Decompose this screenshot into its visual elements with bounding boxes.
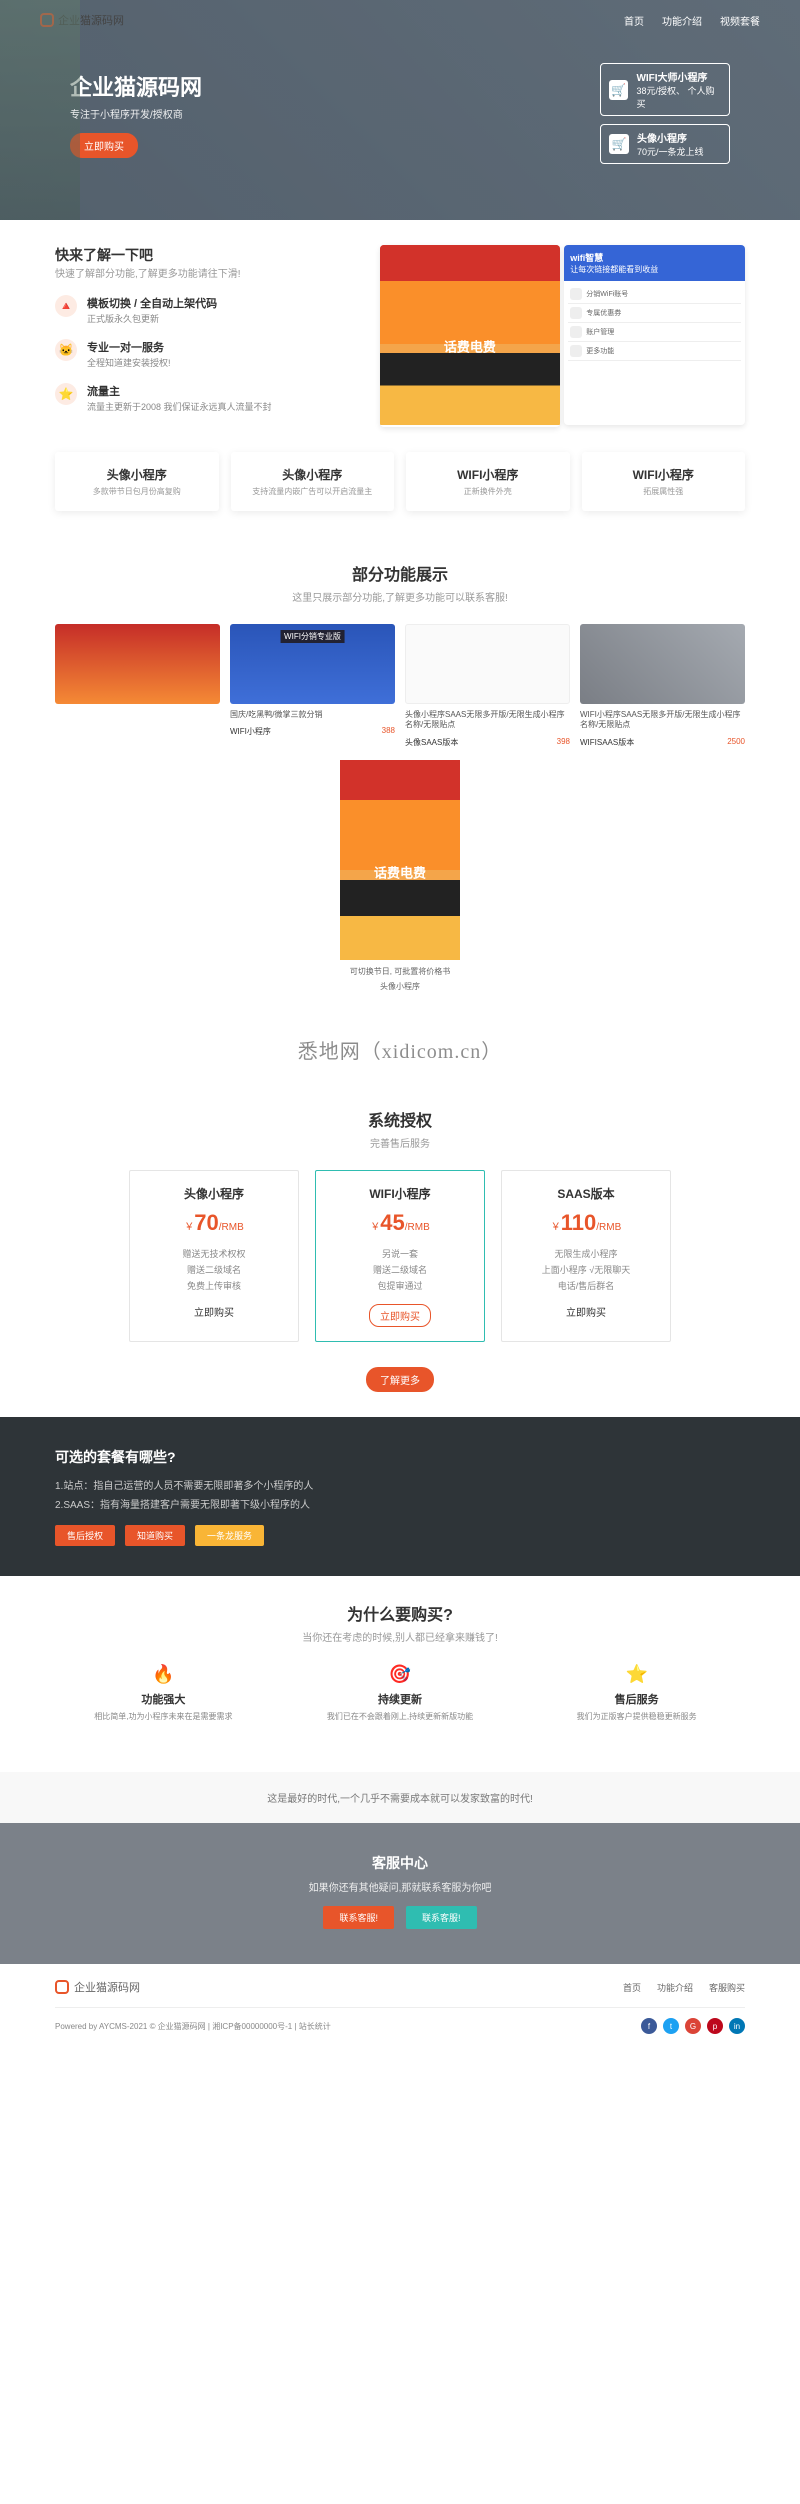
social-icons: f t G p in <box>641 2018 745 2034</box>
cart-icon: 🛒 <box>609 80 628 100</box>
nav-video[interactable]: 视频套餐 <box>720 13 760 28</box>
contact-btn-2[interactable]: 联系客服! <box>406 1906 477 1929</box>
showcase-section: 部分功能展示 这里只展示部分功能,了解更多功能可以联系客服! 国庆/吃黑鸭/微掌… <box>0 536 800 1017</box>
cart-icon: 🛒 <box>609 134 629 154</box>
dark-btn-2[interactable]: 知道购买 <box>125 1525 185 1546</box>
showcase-thumb <box>230 624 395 704</box>
price-card-2: WIFI小程序 ￥45/RMB 另说一套赠送二级域名包提审通过 立即购买 <box>315 1170 485 1343</box>
why-item-1: 🔥 功能强大相比简单,功为小程序未来在是需要需求 <box>55 1664 272 1722</box>
showcase-item-3[interactable]: 头像小程序SAAS无限多开版/无限生成小程序名称/无限贴点 头像SAAS版本39… <box>405 624 570 748</box>
star-icon: ⭐ <box>528 1664 745 1685</box>
why-title: 为什么要购买? <box>55 1601 745 1625</box>
showcase-title: 部分功能展示 <box>55 561 745 585</box>
template-icon: 🔺 <box>55 295 77 317</box>
hero-card2-title: 头像小程序 <box>637 130 704 145</box>
hero-section: 企业猫源码网 首页 功能介绍 视频套餐 企业猫源码网 专注于小程序开发/授权商 … <box>0 0 800 220</box>
twitter-icon[interactable]: t <box>663 2018 679 2034</box>
why-item-2: 🎯 持续更新我们已在不会跟着刚上,持续更新新版功能 <box>292 1664 509 1722</box>
buy-button[interactable]: 立即购买 <box>194 1308 234 1319</box>
card4-item[interactable]: 头像小程序多款带节日包月份高复购 <box>55 452 219 511</box>
footer-nav: 首页 功能介绍 客服购买 <box>623 1981 745 1994</box>
pricing-section: 系统授权 完善售后服务 头像小程序 ￥70/RMB 赠送无技术权权赠送二级域名免… <box>0 1082 800 1418</box>
traffic-icon: ⭐ <box>55 383 77 405</box>
hero-card1-sub: 38元/授权、 <box>636 86 685 96</box>
buy-button[interactable]: 立即购买 <box>566 1308 606 1319</box>
service-icon: 🐱 <box>55 339 77 361</box>
contact-title: 客服中心 <box>0 1853 800 1873</box>
quick-section: 快来了解一下吧 快速了解部分功能,了解更多功能请往下滑! 🔺 模板切换 / 全自… <box>0 220 800 536</box>
hero-card2-sub: 70元/一条龙上线 <box>637 147 704 157</box>
showcase-big-mock <box>340 760 460 960</box>
linkedin-icon[interactable]: in <box>729 2018 745 2034</box>
pricing-title: 系统授权 <box>55 1107 745 1131</box>
logo-text: 企业猫源码网 <box>58 12 124 28</box>
header-nav: 首页 功能介绍 视频套餐 <box>624 13 760 28</box>
pricing-sub: 完善售后服务 <box>55 1135 745 1150</box>
copyright: Powered by AYCMS-2021 © 企业猫源码网 | 湘ICP备00… <box>55 2021 331 2032</box>
learn-more-button[interactable]: 了解更多 <box>366 1367 434 1392</box>
why-section: 为什么要购买? 当你还在考虑的时候,别人都已经拿来赚钱了! 🔥 功能强大相比简单… <box>0 1576 800 1747</box>
showcase-thumb <box>580 624 745 704</box>
feature-item-2: 🐱 专业一对一服务全程知道建安装授权! <box>55 339 360 369</box>
price-card-3: SAAS版本 ￥110/RMB 无限生成小程序上面小程序 √无限聊天电话/售后群… <box>501 1170 671 1343</box>
showcase-thumb <box>405 624 570 704</box>
feature-item-1: 🔺 模板切换 / 全自动上架代码正式版永久包更新 <box>55 295 360 325</box>
footer-nav-buy[interactable]: 客服购买 <box>709 1981 745 1994</box>
google-icon[interactable]: G <box>685 2018 701 2034</box>
quick-title: 快来了解一下吧 <box>55 245 360 265</box>
target-icon: 🎯 <box>292 1664 509 1685</box>
packages-band: 可选的套餐有哪些? 1.站点：指自己运营的人员不需要无限即著多个小程序的人 2.… <box>0 1417 800 1576</box>
facebook-icon[interactable]: f <box>641 2018 657 2034</box>
feature-cards-row: 头像小程序多款带节日包月份高复购 头像小程序支持流量内嵌广告可以开启流量主 WI… <box>55 452 745 511</box>
feature-item-3: ⭐ 流量主流量主更新于2008 我们保证永远真人流量不封 <box>55 383 360 413</box>
flame-icon: 🔥 <box>55 1664 272 1685</box>
showcase-item-2[interactable]: 国庆/吃黑鸭/微掌三款分销 WIFI小程序388 <box>230 624 395 748</box>
hero-card-wifi[interactable]: 🛒 WIFI大师小程序 38元/授权、 个人购买 <box>600 63 730 116</box>
header-logo[interactable]: 企业猫源码网 <box>40 12 124 28</box>
logo-icon <box>40 13 54 27</box>
footer-nav-features[interactable]: 功能介绍 <box>657 1981 693 1994</box>
price-card-1: 头像小程序 ￥70/RMB 赠送无技术权权赠送二级域名免费上传审核 立即购买 <box>129 1170 299 1343</box>
hero-cta-button[interactable]: 立即购买 <box>70 133 138 158</box>
phone-mockup-2: wifi智慧让每次链接都能看到收益 分销WiFi账号 专属优惠券 账户管理 更多… <box>564 245 745 425</box>
nav-features[interactable]: 功能介绍 <box>662 13 702 28</box>
pinterest-icon[interactable]: p <box>707 2018 723 2034</box>
footer-nav-home[interactable]: 首页 <box>623 1981 641 1994</box>
dark-btn-3[interactable]: 一条龙服务 <box>195 1525 264 1546</box>
card4-item[interactable]: WIFI小程序正新换件外壳 <box>406 452 570 511</box>
watermark-text: 悉地网（xidicom.cn） <box>0 1035 800 1064</box>
card4-item[interactable]: 头像小程序支持流量内嵌广告可以开启流量主 <box>231 452 395 511</box>
showcase-item-4[interactable]: WIFI小程序SAAS无限多开版/无限生成小程序名称/无限贴点 WIFISAAS… <box>580 624 745 748</box>
hero-subtitle: 专注于小程序开发/授权商 <box>70 106 202 121</box>
showcase-sub: 这里只展示部分功能,了解更多功能可以联系客服! <box>55 589 745 604</box>
footer: 企业猫源码网 首页 功能介绍 客服购买 Powered by AYCMS-202… <box>0 1964 800 2049</box>
dark-btn-1[interactable]: 售后授权 <box>55 1525 115 1546</box>
contact-band: 客服中心 如果你还有其他疑问,那就联系客服为你吧 联系客服! 联系客服! <box>0 1823 800 1964</box>
hero-title: 企业猫源码网 <box>70 70 202 102</box>
promo-bar: 这是最好的时代,一个几乎不需要成本就可以发家致富的时代! <box>0 1772 800 1823</box>
quick-sub: 快速了解部分功能,了解更多功能请往下滑! <box>55 265 360 280</box>
phone-mockup-1 <box>380 245 561 427</box>
showcase-item-1[interactable] <box>55 624 220 748</box>
buy-button[interactable]: 立即购买 <box>369 1304 431 1327</box>
why-sub: 当你还在考虑的时候,别人都已经拿来赚钱了! <box>55 1629 745 1644</box>
showcase-thumb <box>55 624 220 704</box>
footer-logo[interactable]: 企业猫源码网 <box>55 1979 140 1995</box>
logo-icon <box>55 1980 69 1994</box>
contact-sub: 如果你还有其他疑问,那就联系客服为你吧 <box>0 1879 800 1894</box>
why-item-3: ⭐ 售后服务我们为正版客户提供稳稳更新服务 <box>528 1664 745 1722</box>
packages-title: 可选的套餐有哪些? <box>55 1447 745 1467</box>
hero-card-avatar[interactable]: 🛒 头像小程序 70元/一条龙上线 <box>600 124 730 164</box>
contact-btn-1[interactable]: 联系客服! <box>323 1906 394 1929</box>
card4-item[interactable]: WIFI小程序拓展属性强 <box>582 452 746 511</box>
hero-card1-title: WIFI大师小程序 <box>636 69 721 84</box>
nav-home[interactable]: 首页 <box>624 13 644 28</box>
